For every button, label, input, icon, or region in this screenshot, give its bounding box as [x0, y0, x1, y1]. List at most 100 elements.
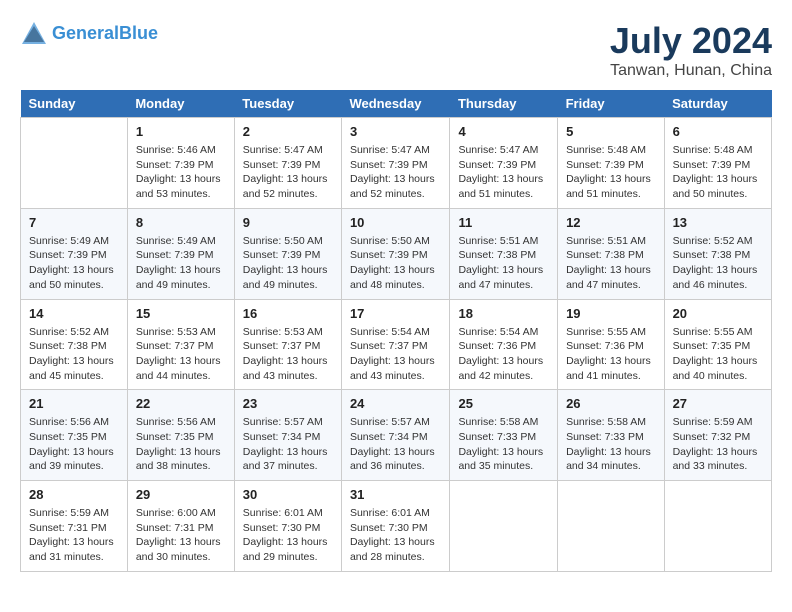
day-number: 2: [243, 124, 333, 139]
day-number: 4: [458, 124, 549, 139]
day-detail: Sunrise: 5:47 AMSunset: 7:39 PMDaylight:…: [458, 143, 549, 202]
table-row: 7 Sunrise: 5:49 AMSunset: 7:39 PMDayligh…: [21, 208, 128, 299]
table-row: 3 Sunrise: 5:47 AMSunset: 7:39 PMDayligh…: [341, 118, 450, 209]
day-number: 11: [458, 215, 549, 230]
col-thursday: Thursday: [450, 90, 558, 118]
table-row: 5 Sunrise: 5:48 AMSunset: 7:39 PMDayligh…: [558, 118, 664, 209]
day-number: 8: [136, 215, 226, 230]
day-detail: Sunrise: 5:52 AMSunset: 7:38 PMDaylight:…: [673, 234, 763, 293]
table-row: [450, 481, 558, 572]
day-detail: Sunrise: 5:55 AMSunset: 7:36 PMDaylight:…: [566, 325, 655, 384]
day-detail: Sunrise: 5:57 AMSunset: 7:34 PMDaylight:…: [243, 415, 333, 474]
table-row: 30 Sunrise: 6:01 AMSunset: 7:30 PMDaylig…: [234, 481, 341, 572]
day-detail: Sunrise: 5:47 AMSunset: 7:39 PMDaylight:…: [243, 143, 333, 202]
table-row: 23 Sunrise: 5:57 AMSunset: 7:34 PMDaylig…: [234, 390, 341, 481]
day-detail: Sunrise: 5:47 AMSunset: 7:39 PMDaylight:…: [350, 143, 442, 202]
day-number: 31: [350, 487, 442, 502]
table-row: 6 Sunrise: 5:48 AMSunset: 7:39 PMDayligh…: [664, 118, 771, 209]
location: Tanwan, Hunan, China: [610, 62, 772, 80]
calendar-week-row: 28 Sunrise: 5:59 AMSunset: 7:31 PMDaylig…: [21, 481, 772, 572]
day-detail: Sunrise: 5:56 AMSunset: 7:35 PMDaylight:…: [136, 415, 226, 474]
day-number: 29: [136, 487, 226, 502]
day-detail: Sunrise: 5:50 AMSunset: 7:39 PMDaylight:…: [350, 234, 442, 293]
day-number: 23: [243, 396, 333, 411]
day-number: 25: [458, 396, 549, 411]
col-sunday: Sunday: [21, 90, 128, 118]
logo-icon: [20, 20, 48, 48]
table-row: 25 Sunrise: 5:58 AMSunset: 7:33 PMDaylig…: [450, 390, 558, 481]
col-friday: Friday: [558, 90, 664, 118]
day-detail: Sunrise: 5:52 AMSunset: 7:38 PMDaylight:…: [29, 325, 119, 384]
day-detail: Sunrise: 5:59 AMSunset: 7:32 PMDaylight:…: [673, 415, 763, 474]
page-header: GeneralBlue July 2024 Tanwan, Hunan, Chi…: [20, 20, 772, 80]
day-number: 1: [136, 124, 226, 139]
table-row: 28 Sunrise: 5:59 AMSunset: 7:31 PMDaylig…: [21, 481, 128, 572]
day-number: 27: [673, 396, 763, 411]
logo-line1: General: [52, 23, 119, 43]
day-number: 20: [673, 306, 763, 321]
month-year: July 2024: [610, 20, 772, 62]
table-row: 17 Sunrise: 5:54 AMSunset: 7:37 PMDaylig…: [341, 299, 450, 390]
day-number: 17: [350, 306, 442, 321]
day-number: 28: [29, 487, 119, 502]
table-row: 13 Sunrise: 5:52 AMSunset: 7:38 PMDaylig…: [664, 208, 771, 299]
day-number: 30: [243, 487, 333, 502]
day-number: 26: [566, 396, 655, 411]
day-detail: Sunrise: 5:57 AMSunset: 7:34 PMDaylight:…: [350, 415, 442, 474]
table-row: 26 Sunrise: 5:58 AMSunset: 7:33 PMDaylig…: [558, 390, 664, 481]
day-detail: Sunrise: 5:56 AMSunset: 7:35 PMDaylight:…: [29, 415, 119, 474]
day-detail: Sunrise: 5:49 AMSunset: 7:39 PMDaylight:…: [136, 234, 226, 293]
table-row: 14 Sunrise: 5:52 AMSunset: 7:38 PMDaylig…: [21, 299, 128, 390]
table-row: 15 Sunrise: 5:53 AMSunset: 7:37 PMDaylig…: [127, 299, 234, 390]
table-row: 27 Sunrise: 5:59 AMSunset: 7:32 PMDaylig…: [664, 390, 771, 481]
day-detail: Sunrise: 5:46 AMSunset: 7:39 PMDaylight:…: [136, 143, 226, 202]
col-wednesday: Wednesday: [341, 90, 450, 118]
logo: GeneralBlue: [20, 20, 158, 48]
table-row: 21 Sunrise: 5:56 AMSunset: 7:35 PMDaylig…: [21, 390, 128, 481]
day-number: 10: [350, 215, 442, 230]
day-detail: Sunrise: 5:54 AMSunset: 7:37 PMDaylight:…: [350, 325, 442, 384]
day-number: 5: [566, 124, 655, 139]
day-number: 19: [566, 306, 655, 321]
day-detail: Sunrise: 6:01 AMSunset: 7:30 PMDaylight:…: [243, 506, 333, 565]
day-number: 3: [350, 124, 442, 139]
table-row: 24 Sunrise: 5:57 AMSunset: 7:34 PMDaylig…: [341, 390, 450, 481]
calendar-week-row: 1 Sunrise: 5:46 AMSunset: 7:39 PMDayligh…: [21, 118, 772, 209]
day-detail: Sunrise: 5:49 AMSunset: 7:39 PMDaylight:…: [29, 234, 119, 293]
table-row: 31 Sunrise: 6:01 AMSunset: 7:30 PMDaylig…: [341, 481, 450, 572]
day-detail: Sunrise: 5:53 AMSunset: 7:37 PMDaylight:…: [243, 325, 333, 384]
table-row: [558, 481, 664, 572]
day-detail: Sunrise: 6:00 AMSunset: 7:31 PMDaylight:…: [136, 506, 226, 565]
day-detail: Sunrise: 6:01 AMSunset: 7:30 PMDaylight:…: [350, 506, 442, 565]
table-row: 8 Sunrise: 5:49 AMSunset: 7:39 PMDayligh…: [127, 208, 234, 299]
logo-line2: Blue: [119, 23, 158, 43]
table-row: 19 Sunrise: 5:55 AMSunset: 7:36 PMDaylig…: [558, 299, 664, 390]
title-block: July 2024 Tanwan, Hunan, China: [610, 20, 772, 80]
day-number: 18: [458, 306, 549, 321]
table-row: [21, 118, 128, 209]
day-number: 6: [673, 124, 763, 139]
day-detail: Sunrise: 5:51 AMSunset: 7:38 PMDaylight:…: [458, 234, 549, 293]
col-tuesday: Tuesday: [234, 90, 341, 118]
day-number: 15: [136, 306, 226, 321]
table-row: 9 Sunrise: 5:50 AMSunset: 7:39 PMDayligh…: [234, 208, 341, 299]
day-detail: Sunrise: 5:48 AMSunset: 7:39 PMDaylight:…: [566, 143, 655, 202]
calendar-table: Sunday Monday Tuesday Wednesday Thursday…: [20, 90, 772, 572]
table-row: 16 Sunrise: 5:53 AMSunset: 7:37 PMDaylig…: [234, 299, 341, 390]
day-detail: Sunrise: 5:59 AMSunset: 7:31 PMDaylight:…: [29, 506, 119, 565]
table-row: 18 Sunrise: 5:54 AMSunset: 7:36 PMDaylig…: [450, 299, 558, 390]
day-number: 14: [29, 306, 119, 321]
table-row: 29 Sunrise: 6:00 AMSunset: 7:31 PMDaylig…: [127, 481, 234, 572]
table-row: 11 Sunrise: 5:51 AMSunset: 7:38 PMDaylig…: [450, 208, 558, 299]
day-detail: Sunrise: 5:48 AMSunset: 7:39 PMDaylight:…: [673, 143, 763, 202]
table-row: [664, 481, 771, 572]
calendar-header-row: Sunday Monday Tuesday Wednesday Thursday…: [21, 90, 772, 118]
day-number: 24: [350, 396, 442, 411]
day-number: 13: [673, 215, 763, 230]
day-detail: Sunrise: 5:51 AMSunset: 7:38 PMDaylight:…: [566, 234, 655, 293]
day-number: 21: [29, 396, 119, 411]
table-row: 12 Sunrise: 5:51 AMSunset: 7:38 PMDaylig…: [558, 208, 664, 299]
table-row: 1 Sunrise: 5:46 AMSunset: 7:39 PMDayligh…: [127, 118, 234, 209]
day-number: 22: [136, 396, 226, 411]
day-detail: Sunrise: 5:58 AMSunset: 7:33 PMDaylight:…: [458, 415, 549, 474]
